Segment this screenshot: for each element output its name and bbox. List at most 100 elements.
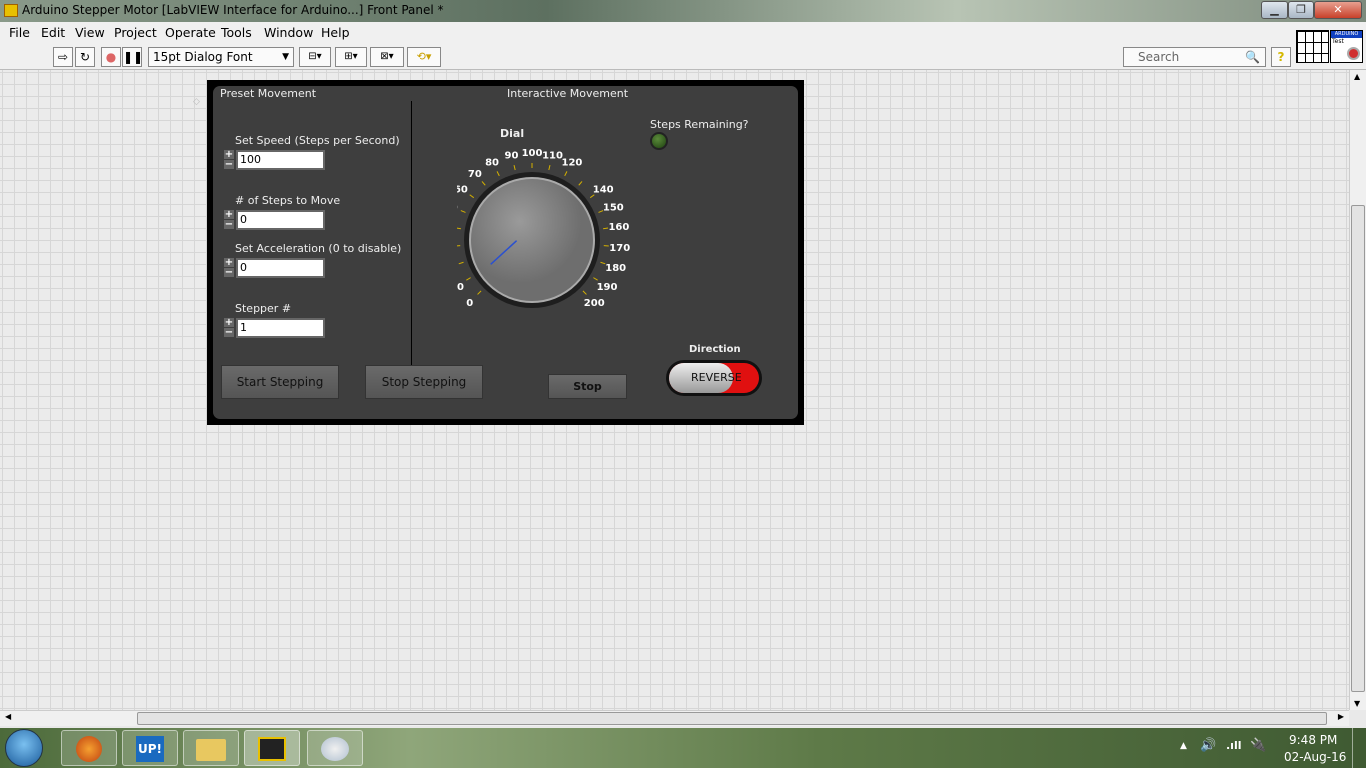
dial-tick-label: 80 bbox=[485, 158, 499, 169]
steps-input[interactable]: 0 bbox=[236, 210, 325, 230]
scroll-down-icon[interactable]: ▼ bbox=[1354, 699, 1360, 708]
menu-view[interactable]: View bbox=[75, 25, 105, 40]
menu-help[interactable]: Help bbox=[321, 25, 350, 40]
dial-tick bbox=[564, 171, 568, 177]
dial-tick-label: 70 bbox=[468, 169, 482, 180]
acceleration-decrement-button[interactable]: − bbox=[224, 268, 234, 278]
start-stepping-button[interactable]: Start Stepping bbox=[221, 365, 339, 399]
dial-tick bbox=[548, 165, 551, 171]
dial-control[interactable]: 0102030405060708090100110120140150160170… bbox=[457, 138, 657, 318]
stop-button[interactable]: Stop bbox=[548, 374, 627, 399]
dial-tick bbox=[460, 210, 466, 213]
dial-tick bbox=[481, 181, 486, 186]
dial-tick bbox=[582, 290, 587, 295]
taskbar: UP! ▲ 🔊 .ıll 🔌 9:48 PM 02-Aug-16 bbox=[0, 728, 1366, 768]
minimize-button[interactable]: ▁ bbox=[1261, 1, 1288, 19]
menu-window[interactable]: Window bbox=[264, 25, 313, 40]
folder-icon bbox=[196, 739, 226, 761]
taskbar-paint[interactable] bbox=[307, 730, 363, 766]
acceleration-input[interactable]: 0 bbox=[236, 258, 325, 278]
acceleration-label: Set Acceleration (0 to disable) bbox=[235, 242, 402, 255]
dial-tick-label: 200 bbox=[584, 298, 605, 309]
direction-value: REVERSE bbox=[669, 363, 742, 393]
scroll-up-icon[interactable]: ▲ bbox=[1354, 72, 1360, 81]
dial-tick-label: 50 bbox=[457, 202, 458, 213]
pause-icon[interactable]: ❚❚ bbox=[122, 47, 143, 67]
menu-tools[interactable]: Tools bbox=[221, 25, 252, 40]
dial-tick bbox=[457, 227, 461, 230]
taskbar-labview[interactable] bbox=[244, 730, 300, 766]
dial-tick bbox=[477, 290, 482, 295]
dial-tick-label: 190 bbox=[597, 282, 618, 293]
scroll-right-icon[interactable]: ▶ bbox=[1338, 712, 1344, 721]
vertical-scroll-thumb[interactable] bbox=[1351, 205, 1365, 692]
acceleration-value: 0 bbox=[238, 260, 323, 276]
search-input[interactable]: Search 🔍 bbox=[1123, 47, 1266, 67]
reorder-icon[interactable]: ⟲▾ bbox=[407, 47, 441, 67]
vertical-scrollbar[interactable]: ▲ ▼ bbox=[1349, 70, 1366, 710]
speed-value: 100 bbox=[238, 152, 323, 168]
scroll-left-icon[interactable]: ◀ bbox=[5, 712, 11, 721]
vi-icon-header: ARDUINO bbox=[1331, 31, 1362, 38]
dial-tick-label: 90 bbox=[504, 150, 518, 161]
menu-file[interactable]: File bbox=[9, 25, 30, 40]
paint-icon bbox=[321, 737, 349, 761]
network-signal-icon[interactable]: .ıll bbox=[1226, 739, 1242, 752]
steps-remaining-led bbox=[650, 132, 668, 150]
speed-decrement-button[interactable]: − bbox=[224, 160, 234, 170]
dial-tick bbox=[513, 165, 516, 171]
taskbar-explorer[interactable] bbox=[183, 730, 239, 766]
clock-date[interactable]: 02-Aug-16 bbox=[1284, 750, 1346, 764]
close-button[interactable]: ✕ bbox=[1314, 1, 1362, 19]
show-hidden-icons[interactable]: ▲ bbox=[1180, 741, 1187, 751]
labview-icon bbox=[258, 737, 286, 761]
font-select-value: 15pt Dialog Font bbox=[153, 50, 253, 64]
dial-tick bbox=[496, 171, 500, 177]
help-icon[interactable]: ? bbox=[1271, 47, 1291, 67]
menu-operate[interactable]: Operate bbox=[165, 25, 216, 40]
direction-toggle[interactable]: REVERSE bbox=[666, 360, 762, 396]
connector-pane-icon[interactable] bbox=[1296, 30, 1329, 63]
menu-bar: File Edit View Project Operate Tools Win… bbox=[0, 22, 1366, 43]
stepper-input[interactable]: 1 bbox=[236, 318, 325, 338]
preset-movement-title: Preset Movement bbox=[220, 87, 317, 100]
menu-project[interactable]: Project bbox=[114, 25, 157, 40]
vi-icon[interactable]: ARDUINO Test bbox=[1330, 30, 1363, 63]
horizontal-scrollbar[interactable]: ◀ ▶ bbox=[0, 710, 1349, 726]
run-continuously-icon[interactable]: ↻ bbox=[75, 47, 95, 67]
stepper-decrement-button[interactable]: − bbox=[224, 328, 234, 338]
clock-time[interactable]: 9:48 PM bbox=[1289, 733, 1337, 747]
menu-edit[interactable]: Edit bbox=[41, 25, 65, 40]
power-icon[interactable]: 🔌 bbox=[1250, 738, 1266, 753]
dial-tick-label: 10 bbox=[457, 282, 464, 293]
stepper-increment-button[interactable]: + bbox=[224, 318, 234, 328]
firefox-icon bbox=[76, 736, 102, 762]
dial-tick-label: 150 bbox=[603, 202, 624, 213]
distribute-objects-icon[interactable]: ⊞▾ bbox=[335, 47, 367, 67]
show-desktop-button[interactable] bbox=[1352, 728, 1366, 768]
run-arrow-icon[interactable]: ⇨ bbox=[53, 47, 73, 67]
toolbar: ⇨ ↻ ● ❚❚ 15pt Dialog Font ▼ ⊟▾ ⊞▾ ⊠▾ ⟲▾ S… bbox=[0, 30, 1366, 70]
speed-input[interactable]: 100 bbox=[236, 150, 325, 170]
dial-tick bbox=[466, 277, 471, 281]
start-button[interactable] bbox=[5, 729, 43, 767]
dial-tick-label: 60 bbox=[457, 184, 468, 195]
stop-stepping-button[interactable]: Stop Stepping bbox=[365, 365, 483, 399]
taskbar-up[interactable]: UP! bbox=[122, 730, 178, 766]
speed-increment-button[interactable]: + bbox=[224, 150, 234, 160]
taskbar-firefox[interactable] bbox=[61, 730, 117, 766]
dial-tick-label: 180 bbox=[605, 263, 626, 274]
abort-icon[interactable]: ● bbox=[101, 47, 121, 67]
restore-button[interactable]: ❐ bbox=[1288, 1, 1314, 19]
font-select[interactable]: 15pt Dialog Font ▼ bbox=[148, 47, 294, 67]
resize-objects-icon[interactable]: ⊠▾ bbox=[370, 47, 404, 67]
volume-icon[interactable]: 🔊 bbox=[1200, 738, 1216, 753]
dial-tick-label: 100 bbox=[522, 148, 543, 159]
dial-tick-label: 110 bbox=[542, 150, 563, 161]
steps-decrement-button[interactable]: − bbox=[224, 220, 234, 230]
align-objects-icon[interactable]: ⊟▾ bbox=[299, 47, 331, 67]
horizontal-scroll-thumb[interactable] bbox=[137, 712, 1327, 725]
dial-tick-label: 160 bbox=[608, 222, 629, 233]
steps-increment-button[interactable]: + bbox=[224, 210, 234, 220]
acceleration-increment-button[interactable]: + bbox=[224, 258, 234, 268]
